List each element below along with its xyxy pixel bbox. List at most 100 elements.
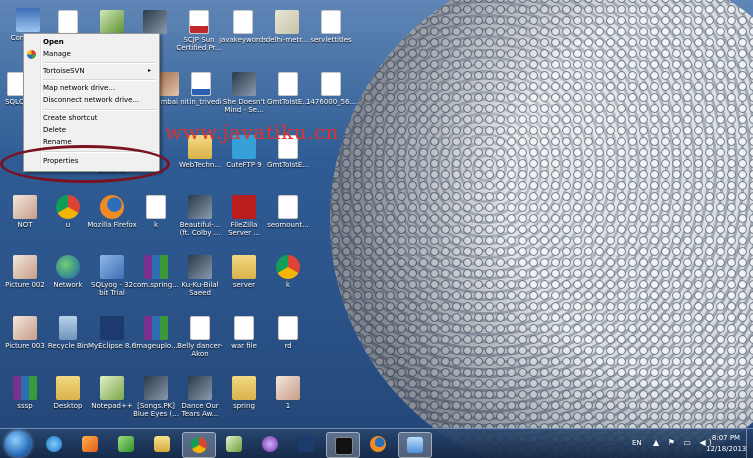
menu-item-open[interactable]: Open bbox=[43, 37, 64, 47]
folder-icon bbox=[232, 376, 256, 400]
document-icon bbox=[278, 72, 298, 96]
media-player-icon bbox=[82, 436, 98, 452]
shortcut-icon bbox=[143, 10, 167, 34]
desktop-icon-com-spring[interactable]: com.spring... bbox=[131, 255, 181, 289]
taskbar-explorer[interactable] bbox=[146, 432, 178, 456]
document-icon bbox=[233, 10, 253, 34]
taskbar-ie[interactable] bbox=[38, 432, 70, 456]
menu-item-tortoisesvn[interactable]: TortoiseSVN ▸ bbox=[43, 66, 156, 76]
desktop-icon-k2[interactable]: k bbox=[263, 255, 313, 289]
desktop-icon-servlettitles[interactable]: servlettitles bbox=[306, 10, 356, 44]
desktop-icon-imageuplo[interactable]: imageuplo... bbox=[131, 316, 181, 350]
taskbar-cmd[interactable] bbox=[326, 432, 360, 458]
desktop-background[interactable]: Computer cut SCJP Sun Certified Pr... ja… bbox=[0, 0, 753, 458]
desktop-icon-myeclipse[interactable]: MyEclipse 8.6 bbox=[87, 316, 137, 350]
recycle-bin-icon bbox=[59, 316, 77, 340]
menu-item-create-shortcut[interactable]: Create shortcut bbox=[43, 113, 98, 123]
submenu-arrow-icon: ▸ bbox=[147, 67, 151, 74]
pdf-icon bbox=[189, 10, 209, 34]
desktop-icon-dance-our-tears[interactable]: Dance Our Tears Aw... bbox=[175, 376, 225, 418]
firefox-icon bbox=[370, 436, 386, 452]
desktop-icon-she-doesnt-mind[interactable]: She Doesn't Mind - Se... bbox=[219, 72, 269, 114]
eclipse-icon bbox=[298, 436, 314, 452]
document-icon bbox=[321, 72, 341, 96]
menu-item-map-network-drive[interactable]: Map network drive... bbox=[43, 83, 115, 93]
sp-icon bbox=[118, 436, 134, 452]
start-orb-icon[interactable] bbox=[5, 431, 31, 457]
desktop-icon-k1[interactable]: k bbox=[131, 195, 181, 229]
window-icon bbox=[407, 437, 423, 453]
desktop-icon-blue-eyes[interactable]: [Songs.PK] Blue Eyes (... bbox=[131, 376, 181, 418]
chrome-icon bbox=[276, 255, 300, 279]
music-icon bbox=[188, 255, 212, 279]
word-icon bbox=[191, 72, 211, 96]
music-icon bbox=[188, 195, 212, 219]
highlight-ellipse bbox=[0, 145, 170, 183]
document-icon bbox=[278, 316, 298, 340]
desktop-icon-recycle-bin[interactable]: Recycle Bin bbox=[43, 316, 93, 350]
desktop-icon-delhi-metro[interactable]: delhi-metr... bbox=[262, 10, 312, 44]
taskbar-window[interactable] bbox=[398, 432, 432, 458]
menu-item-disconnect-network-drive[interactable]: Disconnect network drive... bbox=[43, 95, 139, 105]
language-indicator[interactable]: EN bbox=[632, 439, 642, 447]
desktop-icon-belly-dancer[interactable]: Belly dancer-Akon bbox=[175, 316, 225, 358]
desktop-icon-sqlyog[interactable]: SQLyog - 32 bit Trial bbox=[87, 255, 137, 297]
desktop-icon-firefox[interactable]: Mozilla Firefox bbox=[87, 195, 137, 229]
explorer-icon bbox=[154, 436, 170, 452]
menu-separator bbox=[43, 62, 156, 64]
menu-item-manage[interactable]: Manage bbox=[43, 49, 71, 59]
taskbar-chrome[interactable] bbox=[182, 432, 216, 458]
menu-separator bbox=[43, 79, 156, 81]
document-icon bbox=[234, 316, 254, 340]
clock-date[interactable]: 12/18/2013 bbox=[706, 445, 746, 453]
map-icon bbox=[275, 10, 299, 34]
desktop-icon-scjp[interactable]: SCJP Sun Certified Pr... bbox=[174, 10, 224, 52]
show-desktop-button[interactable] bbox=[746, 429, 753, 458]
music-icon bbox=[188, 376, 212, 400]
wallpaper-shade bbox=[330, 0, 753, 458]
desktop-icon-javakeywords[interactable]: javakeywords bbox=[218, 10, 268, 44]
clock-time[interactable]: 8:07 PM bbox=[708, 434, 744, 442]
menu-item-delete[interactable]: Delete bbox=[43, 125, 66, 135]
chrome-icon bbox=[191, 437, 207, 453]
menu-item-label: TortoiseSVN bbox=[43, 67, 85, 75]
desktop-icon-desktop[interactable]: Desktop bbox=[43, 376, 93, 410]
desktop-icon-u[interactable]: u bbox=[43, 195, 93, 229]
desktop-icon-spring[interactable]: spring bbox=[219, 376, 269, 410]
taskbar-purple-app[interactable] bbox=[254, 432, 286, 456]
network-icon bbox=[56, 255, 80, 279]
folder-icon bbox=[56, 376, 80, 400]
desktop-icon-server[interactable]: server bbox=[219, 255, 269, 289]
menu-separator bbox=[43, 109, 156, 111]
internet-explorer-icon bbox=[46, 436, 62, 452]
taskbar-sp[interactable] bbox=[110, 432, 142, 456]
photo-icon bbox=[13, 195, 37, 219]
eclipse-icon bbox=[100, 316, 124, 340]
desktop-icon-kuku[interactable]: Ku-Ku-Bilal Saeed bbox=[175, 255, 225, 297]
desktop-icon-1[interactable]: 1 bbox=[263, 376, 313, 410]
desktop-icon-rd[interactable]: rd bbox=[263, 316, 313, 350]
document-icon bbox=[278, 195, 298, 219]
desktop-icon-notepadpp[interactable]: Notepad++ bbox=[87, 376, 137, 410]
desktop-icon-1476000[interactable]: 1476000_56... bbox=[306, 72, 356, 106]
shield-icon bbox=[27, 50, 36, 59]
desktop-icon-seomount[interactable]: seomount... bbox=[263, 195, 313, 229]
photo-icon bbox=[13, 316, 37, 340]
desktop-icon-war-file[interactable]: war file bbox=[219, 316, 269, 350]
taskbar: EN ▲ ⚑ ▭ ◀) 8:07 PM 12/18/2013 bbox=[0, 428, 753, 458]
taskbar-media-player[interactable] bbox=[74, 432, 106, 456]
music-icon bbox=[144, 376, 168, 400]
taskbar-notepad[interactable] bbox=[218, 432, 250, 456]
document-icon bbox=[321, 10, 341, 34]
filezilla-icon bbox=[232, 195, 256, 219]
photo-icon bbox=[276, 376, 300, 400]
chrome-icon bbox=[56, 195, 80, 219]
system-tray: EN ▲ ⚑ ▭ ◀) 8:07 PM 12/18/2013 bbox=[628, 429, 753, 458]
taskbar-eclipse[interactable] bbox=[290, 432, 322, 456]
notepad-icon bbox=[100, 376, 124, 400]
desktop-icon-filezilla[interactable]: FileZilla Server ... bbox=[219, 195, 269, 237]
taskbar-firefox[interactable] bbox=[362, 432, 394, 456]
sqlyog-icon bbox=[100, 255, 124, 279]
desktop-icon-beautiful[interactable]: Beautiful-... (ft. Colby ... bbox=[175, 195, 225, 237]
desktop-icon-network[interactable]: Network bbox=[43, 255, 93, 289]
